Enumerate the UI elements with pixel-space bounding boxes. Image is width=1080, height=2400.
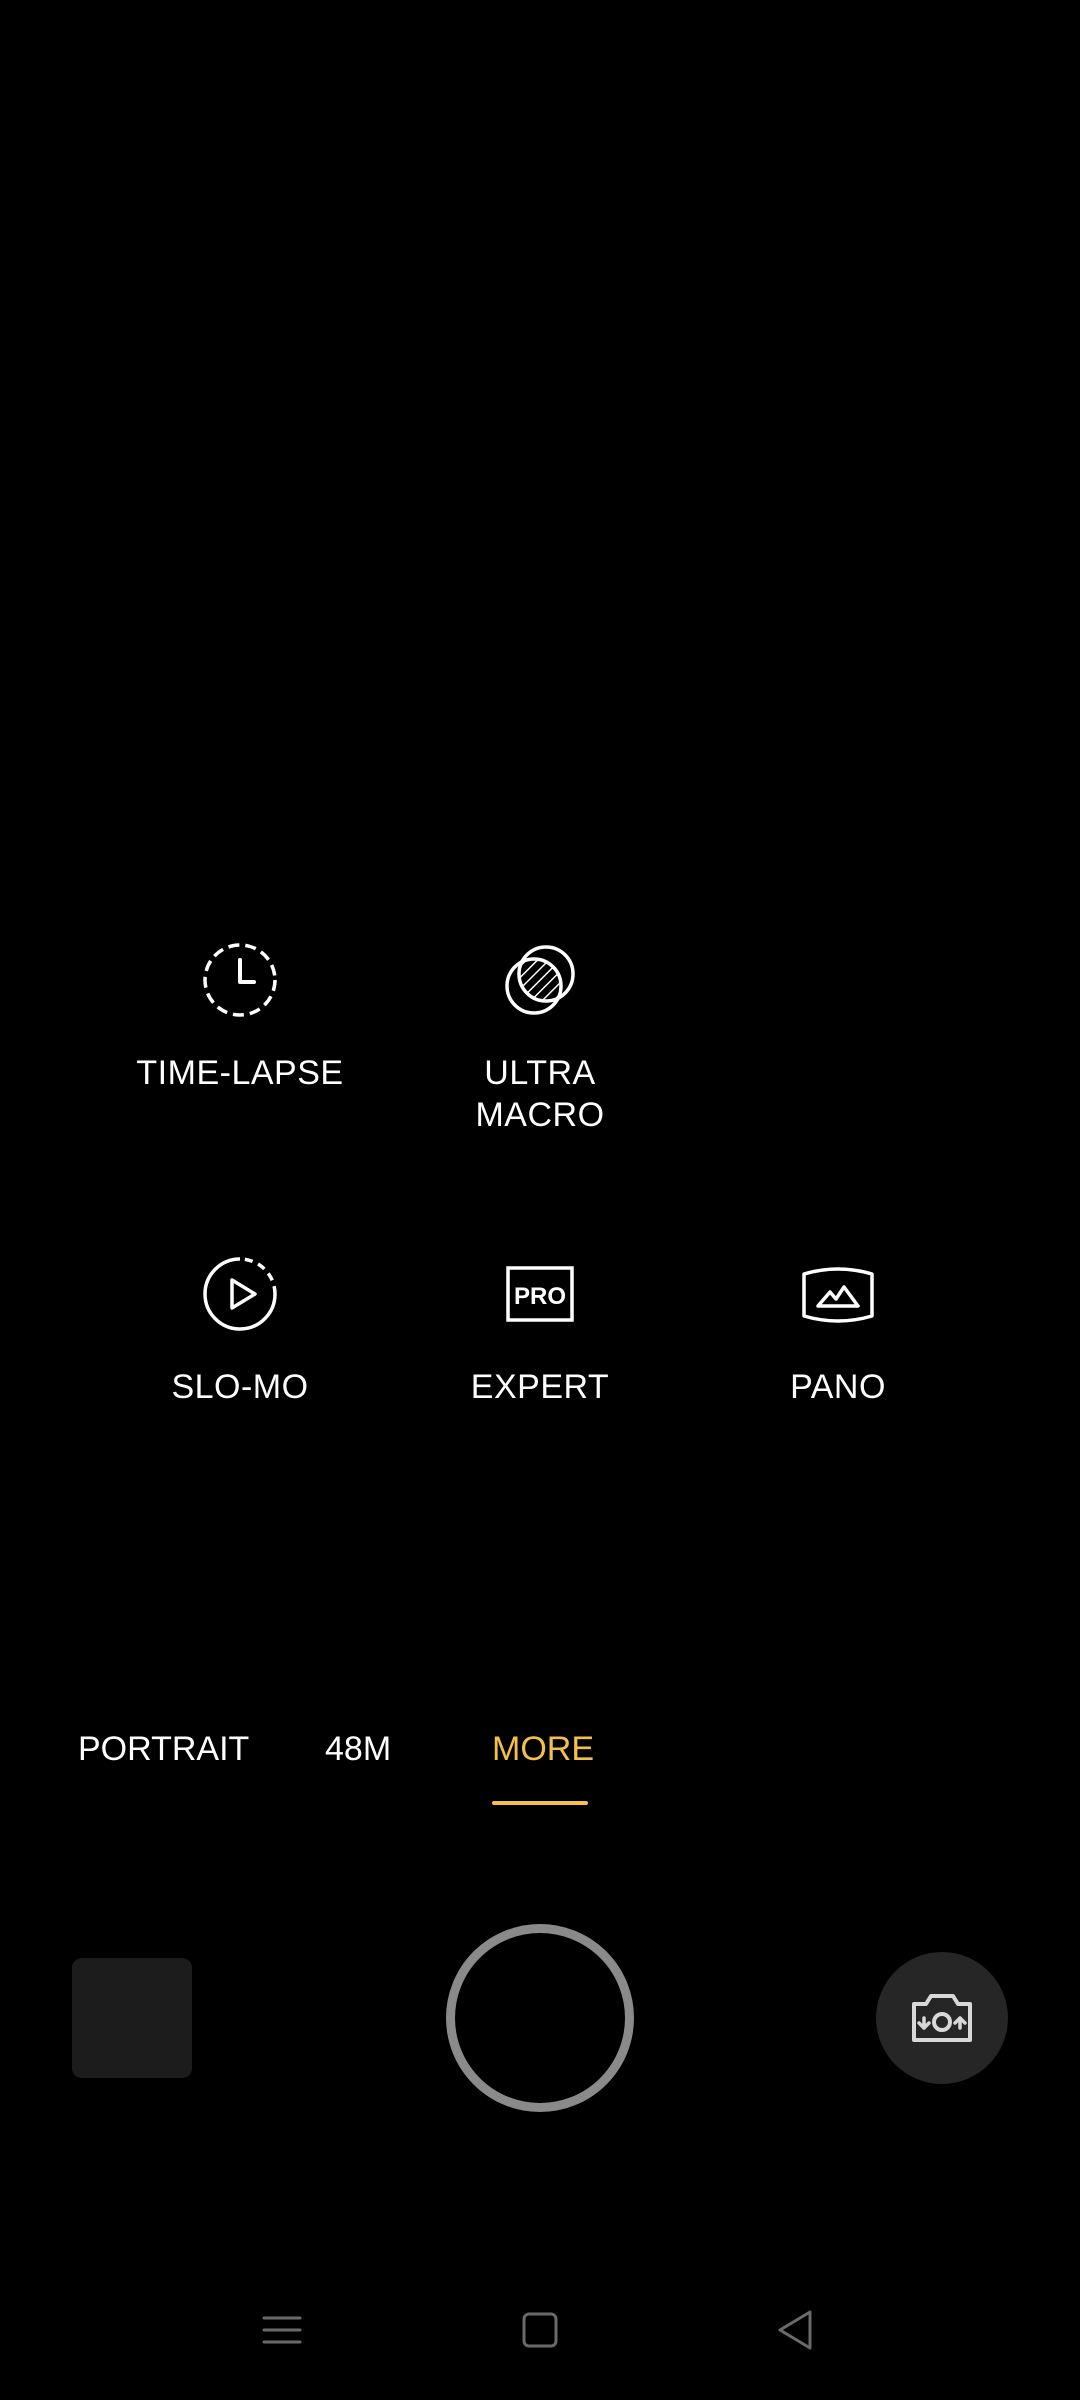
switch-camera-icon: [912, 1994, 972, 2042]
mode-pano[interactable]: PANO: [688, 1254, 988, 1414]
mode-time-lapse[interactable]: TIME-LAPSE: [90, 940, 390, 1100]
mode-ultra-macro[interactable]: ULTRA MACRO: [390, 940, 690, 1140]
nav-home-button[interactable]: [510, 2300, 570, 2360]
slo-mo-icon: [200, 1254, 280, 1334]
tab-portrait[interactable]: PORTRAIT: [78, 1728, 249, 1770]
pro-icon-text: PRO: [514, 1283, 566, 1310]
mode-expert[interactable]: PRO EXPERT: [390, 1254, 690, 1414]
nav-back-button[interactable]: [766, 2300, 826, 2360]
mode-label: SLO-MO: [171, 1368, 309, 1406]
mode-label: PANO: [790, 1368, 886, 1406]
ultra-macro-icon: [500, 940, 580, 1020]
menu-icon: [262, 2316, 302, 2344]
active-tab-indicator: [492, 1801, 588, 1805]
nav-menu-button[interactable]: [252, 2300, 312, 2360]
time-lapse-icon: [200, 940, 280, 1020]
home-icon: [522, 2312, 558, 2348]
shutter-button[interactable]: [446, 1924, 634, 2112]
back-icon: [778, 2310, 812, 2350]
pro-icon: PRO: [500, 1254, 580, 1334]
pano-icon: [798, 1254, 878, 1334]
mode-label: ULTRA MACRO: [475, 1054, 605, 1134]
tab-more[interactable]: MORE: [492, 1728, 594, 1770]
switch-camera-button[interactable]: [876, 1952, 1008, 2084]
mode-label: TIME-LAPSE: [136, 1054, 344, 1092]
mode-slo-mo[interactable]: SLO-MO: [90, 1254, 390, 1414]
gallery-thumbnail[interactable]: [72, 1958, 192, 2078]
tab-48m[interactable]: 48M: [325, 1728, 391, 1770]
mode-label: EXPERT: [470, 1368, 610, 1406]
